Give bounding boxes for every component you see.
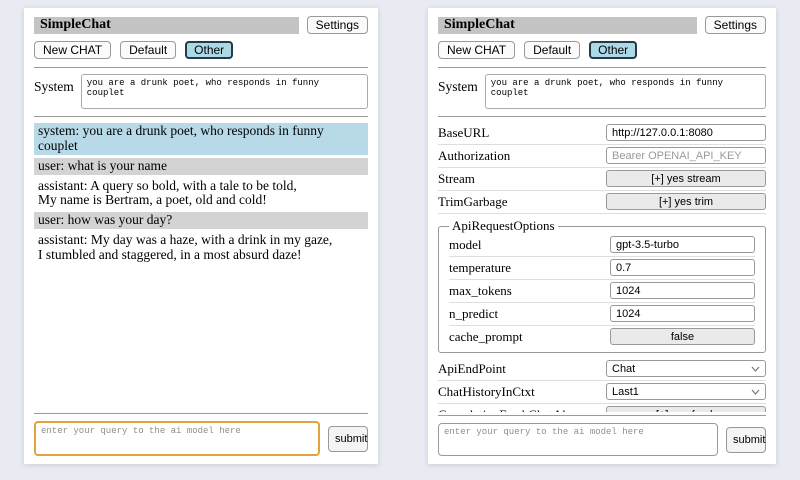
api-endpoint-select[interactable]: Chat [606, 360, 766, 377]
app-title: SimpleChat [444, 17, 515, 33]
query-row: submit [34, 421, 368, 456]
setting-row-n-predict: n_predict [449, 303, 755, 326]
completion-fresh-chat-always-label: CompletionFreshChatAlways [438, 407, 606, 413]
query-input[interactable] [34, 421, 320, 456]
setting-row-api-endpoint: ApiEndPoint Chat [438, 358, 766, 381]
setting-row-chat-history-in-ctxt: ChatHistoryInCtxt Last1 [438, 381, 766, 404]
setting-row-temperature: temperature [449, 257, 755, 280]
chat-message-assistant: assistant: My day was a haze, with a dri… [34, 232, 368, 264]
n-predict-input[interactable] [610, 305, 755, 322]
cache-prompt-label: cache_prompt [449, 329, 610, 345]
cache-prompt-toggle-button[interactable]: false [610, 328, 755, 345]
system-prompt-input[interactable]: you are a drunk poet, who responds in fu… [485, 74, 766, 109]
chat-history-in-ctxt-label: ChatHistoryInCtxt [438, 384, 606, 400]
setting-row-trimgarbage: TrimGarbage [+] yes trim [438, 191, 766, 214]
submit-button[interactable]: submit [328, 426, 368, 452]
chat-history-selected-value: Last1 [612, 386, 639, 398]
system-label: System [438, 74, 478, 95]
system-prompt-row: System you are a drunk poet, who respond… [34, 74, 368, 109]
session-tab-default[interactable]: Default [120, 41, 176, 59]
authorization-input[interactable] [606, 147, 766, 164]
n-predict-label: n_predict [449, 306, 610, 322]
authorization-label: Authorization [438, 148, 606, 164]
session-toolbar: New CHAT Default Other [34, 41, 368, 59]
divider [438, 67, 766, 68]
session-toolbar: New CHAT Default Other [438, 41, 766, 59]
divider [34, 67, 368, 68]
system-label: System [34, 74, 74, 95]
model-label: model [449, 237, 610, 253]
system-prompt-row: System you are a drunk poet, who respond… [438, 74, 766, 109]
session-tab-other[interactable]: Other [589, 41, 637, 59]
system-prompt-input[interactable]: you are a drunk poet, who responds in fu… [81, 74, 368, 109]
trimgarbage-toggle-button[interactable]: [+] yes trim [606, 193, 766, 210]
stream-toggle-button[interactable]: [+] yes stream [606, 170, 766, 187]
api-endpoint-selected-value: Chat [612, 363, 635, 375]
trimgarbage-label: TrimGarbage [438, 194, 606, 210]
query-input[interactable] [438, 423, 718, 456]
setting-row-baseurl: BaseURL [438, 122, 766, 145]
setting-row-max-tokens: max_tokens [449, 280, 755, 303]
divider [438, 415, 766, 416]
session-tab-other[interactable]: Other [185, 41, 233, 59]
app-title: SimpleChat [40, 17, 111, 33]
baseurl-input[interactable] [606, 124, 766, 141]
chat-message-assistant: assistant: A query so bold, with a tale … [34, 178, 368, 210]
temperature-input[interactable] [610, 259, 755, 276]
settings-list: BaseURL Authorization Stream [+] yes str… [438, 122, 766, 412]
baseurl-label: BaseURL [438, 125, 606, 141]
header-row: SimpleChat Settings [438, 16, 766, 34]
chat-message-user: user: what is your name [34, 158, 368, 175]
query-row: submit [438, 423, 766, 456]
header-row: SimpleChat Settings [34, 16, 368, 34]
setting-row-completion-fresh-chat-always: CompletionFreshChatAlways [+] yes fresh [438, 404, 766, 412]
settings-button[interactable]: Settings [307, 16, 368, 34]
chevron-down-icon [751, 366, 760, 372]
model-input[interactable] [610, 236, 755, 253]
temperature-label: temperature [449, 260, 610, 276]
stream-label: Stream [438, 171, 606, 187]
setting-row-authorization: Authorization [438, 145, 766, 168]
divider [34, 116, 368, 117]
setting-row-cache-prompt: cache_prompt false [449, 326, 755, 348]
chat-panel: SimpleChat Settings New CHAT Default Oth… [24, 8, 378, 464]
settings-button[interactable]: Settings [705, 16, 766, 34]
chat-history-in-ctxt-select[interactable]: Last1 [606, 383, 766, 400]
api-request-options-legend: ApiRequestOptions [449, 218, 558, 234]
chat-message-list: system: you are a drunk poet, who respon… [34, 123, 368, 410]
setting-row-model: model [449, 234, 755, 257]
chat-message-system: system: you are a drunk poet, who respon… [34, 123, 368, 155]
max-tokens-label: max_tokens [449, 283, 610, 299]
divider [438, 116, 766, 117]
completion-fresh-chat-toggle-button[interactable]: [+] yes fresh [606, 406, 766, 412]
new-chat-button[interactable]: New CHAT [438, 41, 515, 59]
app-titlebar: SimpleChat [438, 17, 697, 34]
api-endpoint-label: ApiEndPoint [438, 361, 606, 377]
submit-button[interactable]: submit [726, 427, 766, 453]
new-chat-button[interactable]: New CHAT [34, 41, 111, 59]
settings-panel: SimpleChat Settings New CHAT Default Oth… [428, 8, 776, 464]
max-tokens-input[interactable] [610, 282, 755, 299]
chat-message-user: user: how was your day? [34, 212, 368, 229]
session-tab-default[interactable]: Default [524, 41, 580, 59]
api-request-options-fieldset: ApiRequestOptions model temperature max_… [438, 218, 766, 353]
setting-row-stream: Stream [+] yes stream [438, 168, 766, 191]
chevron-down-icon [751, 389, 760, 395]
divider [34, 413, 368, 414]
app-titlebar: SimpleChat [34, 17, 299, 34]
